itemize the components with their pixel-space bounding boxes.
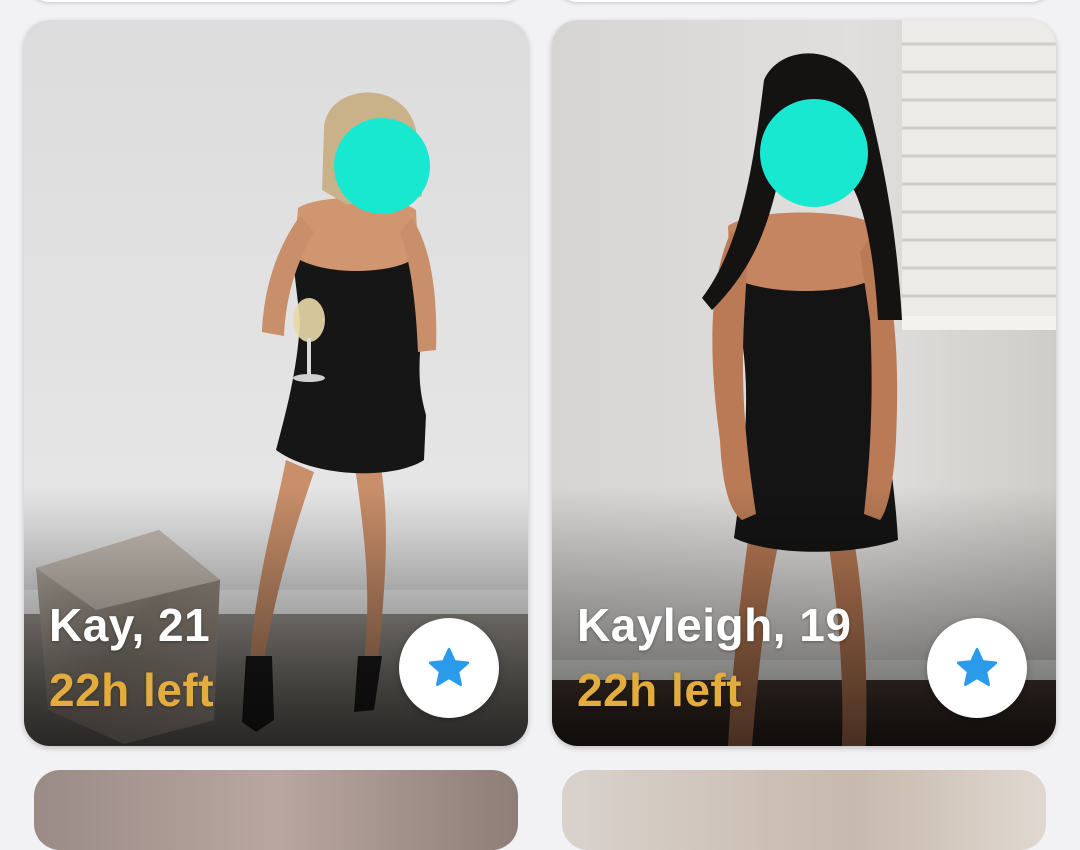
time-left-label: 22h left: [49, 664, 215, 716]
star-icon: [956, 647, 998, 687]
previous-card-right[interactable]: [552, 0, 1056, 2]
star-icon: [428, 647, 470, 687]
profile-name-age: Kayleigh, 19: [577, 599, 852, 651]
profile-card[interactable]: Kay, 21 22h left: [24, 20, 528, 746]
profile-name-age: Kay, 21: [49, 599, 211, 651]
super-like-button[interactable]: [399, 618, 499, 718]
previous-card-left[interactable]: [24, 0, 528, 2]
next-card-left[interactable]: [34, 770, 518, 850]
profile-card[interactable]: Kayleigh, 19 22h left: [552, 20, 1056, 746]
super-like-button[interactable]: [927, 618, 1027, 718]
time-left-label: 22h left: [577, 664, 743, 716]
next-card-right[interactable]: [562, 770, 1046, 850]
